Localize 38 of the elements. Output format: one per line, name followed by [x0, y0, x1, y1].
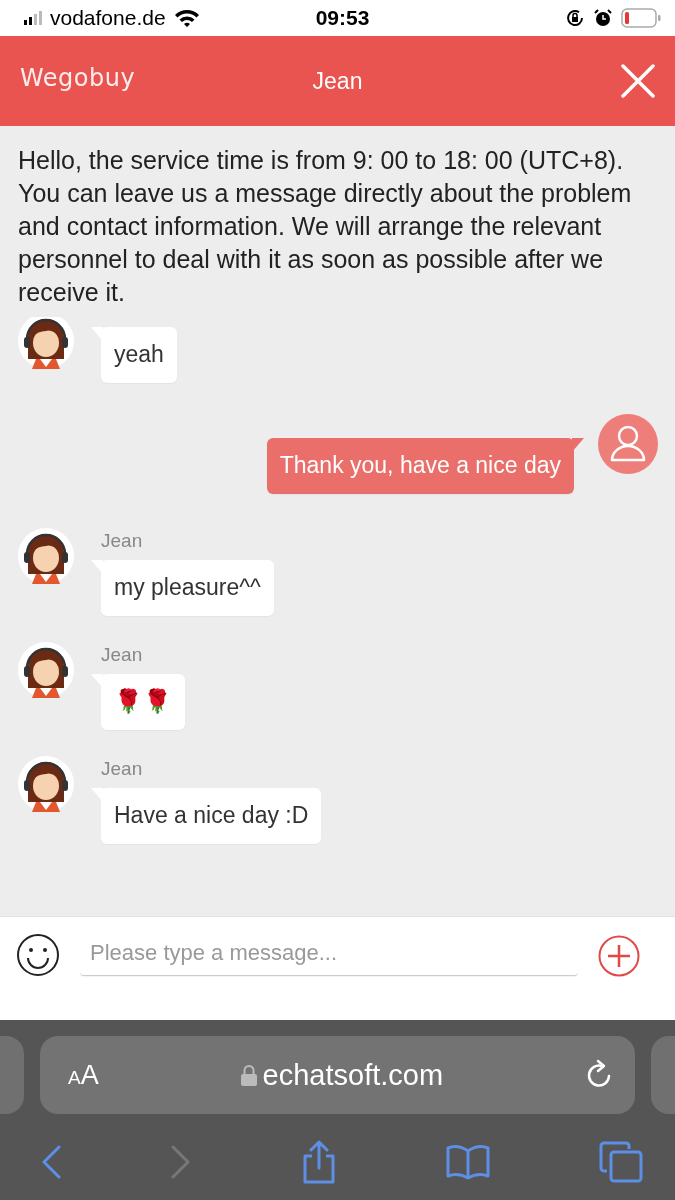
emoji-button[interactable] [16, 933, 60, 977]
user-avatar [598, 414, 658, 474]
message-composer[interactable]: Please type a message... [0, 916, 675, 1020]
carrier-name: vodafone.de [50, 6, 166, 30]
tab-preview[interactable] [0, 1036, 24, 1114]
lock-icon [240, 1064, 257, 1086]
message-input[interactable]: Please type a message... [80, 930, 578, 976]
attach-button[interactable] [598, 935, 640, 977]
agent-avatar [18, 317, 74, 369]
tabs-button[interactable] [599, 1141, 643, 1183]
url-text: echatsoft.com [262, 1058, 444, 1092]
rotation-lock-icon [565, 8, 585, 28]
agent-avatar [18, 528, 74, 584]
sender-name: Jean [101, 644, 143, 666]
wifi-icon [173, 8, 200, 28]
brand-logo: Wegobuy [20, 64, 137, 92]
battery-icon [621, 8, 661, 28]
sender-name: Jean [101, 530, 143, 552]
text-size-button[interactable]: AA [68, 1059, 99, 1091]
sender-name: Jean [101, 758, 143, 780]
clock-time: 09:53 [314, 6, 371, 30]
address-bar[interactable]: AA echatsoft.com [40, 1036, 635, 1114]
plus-icon [598, 935, 640, 977]
chat-title: Jean [311, 67, 364, 95]
service-notice: Hello, the service time is from 9: 00 to 18: 00 (UTC+8). You can leave us a message directly about the problem and contact information. We will arrange the relevant personnel to deal with it as soon as possible after we receive it. [18, 145, 633, 308]
back-icon [40, 1145, 62, 1179]
close-button[interactable] [621, 64, 655, 98]
close-icon [621, 64, 655, 98]
signal-icon [24, 11, 42, 25]
tabs-icon [599, 1141, 643, 1183]
agent-avatar [18, 756, 74, 812]
smiley-icon [16, 933, 60, 977]
agent-avatar [18, 642, 74, 698]
alarm-icon [593, 8, 613, 28]
book-icon [444, 1144, 491, 1180]
bookmarks-button[interactable] [444, 1144, 491, 1180]
tab-preview[interactable] [651, 1036, 675, 1114]
back-button[interactable] [40, 1145, 62, 1179]
